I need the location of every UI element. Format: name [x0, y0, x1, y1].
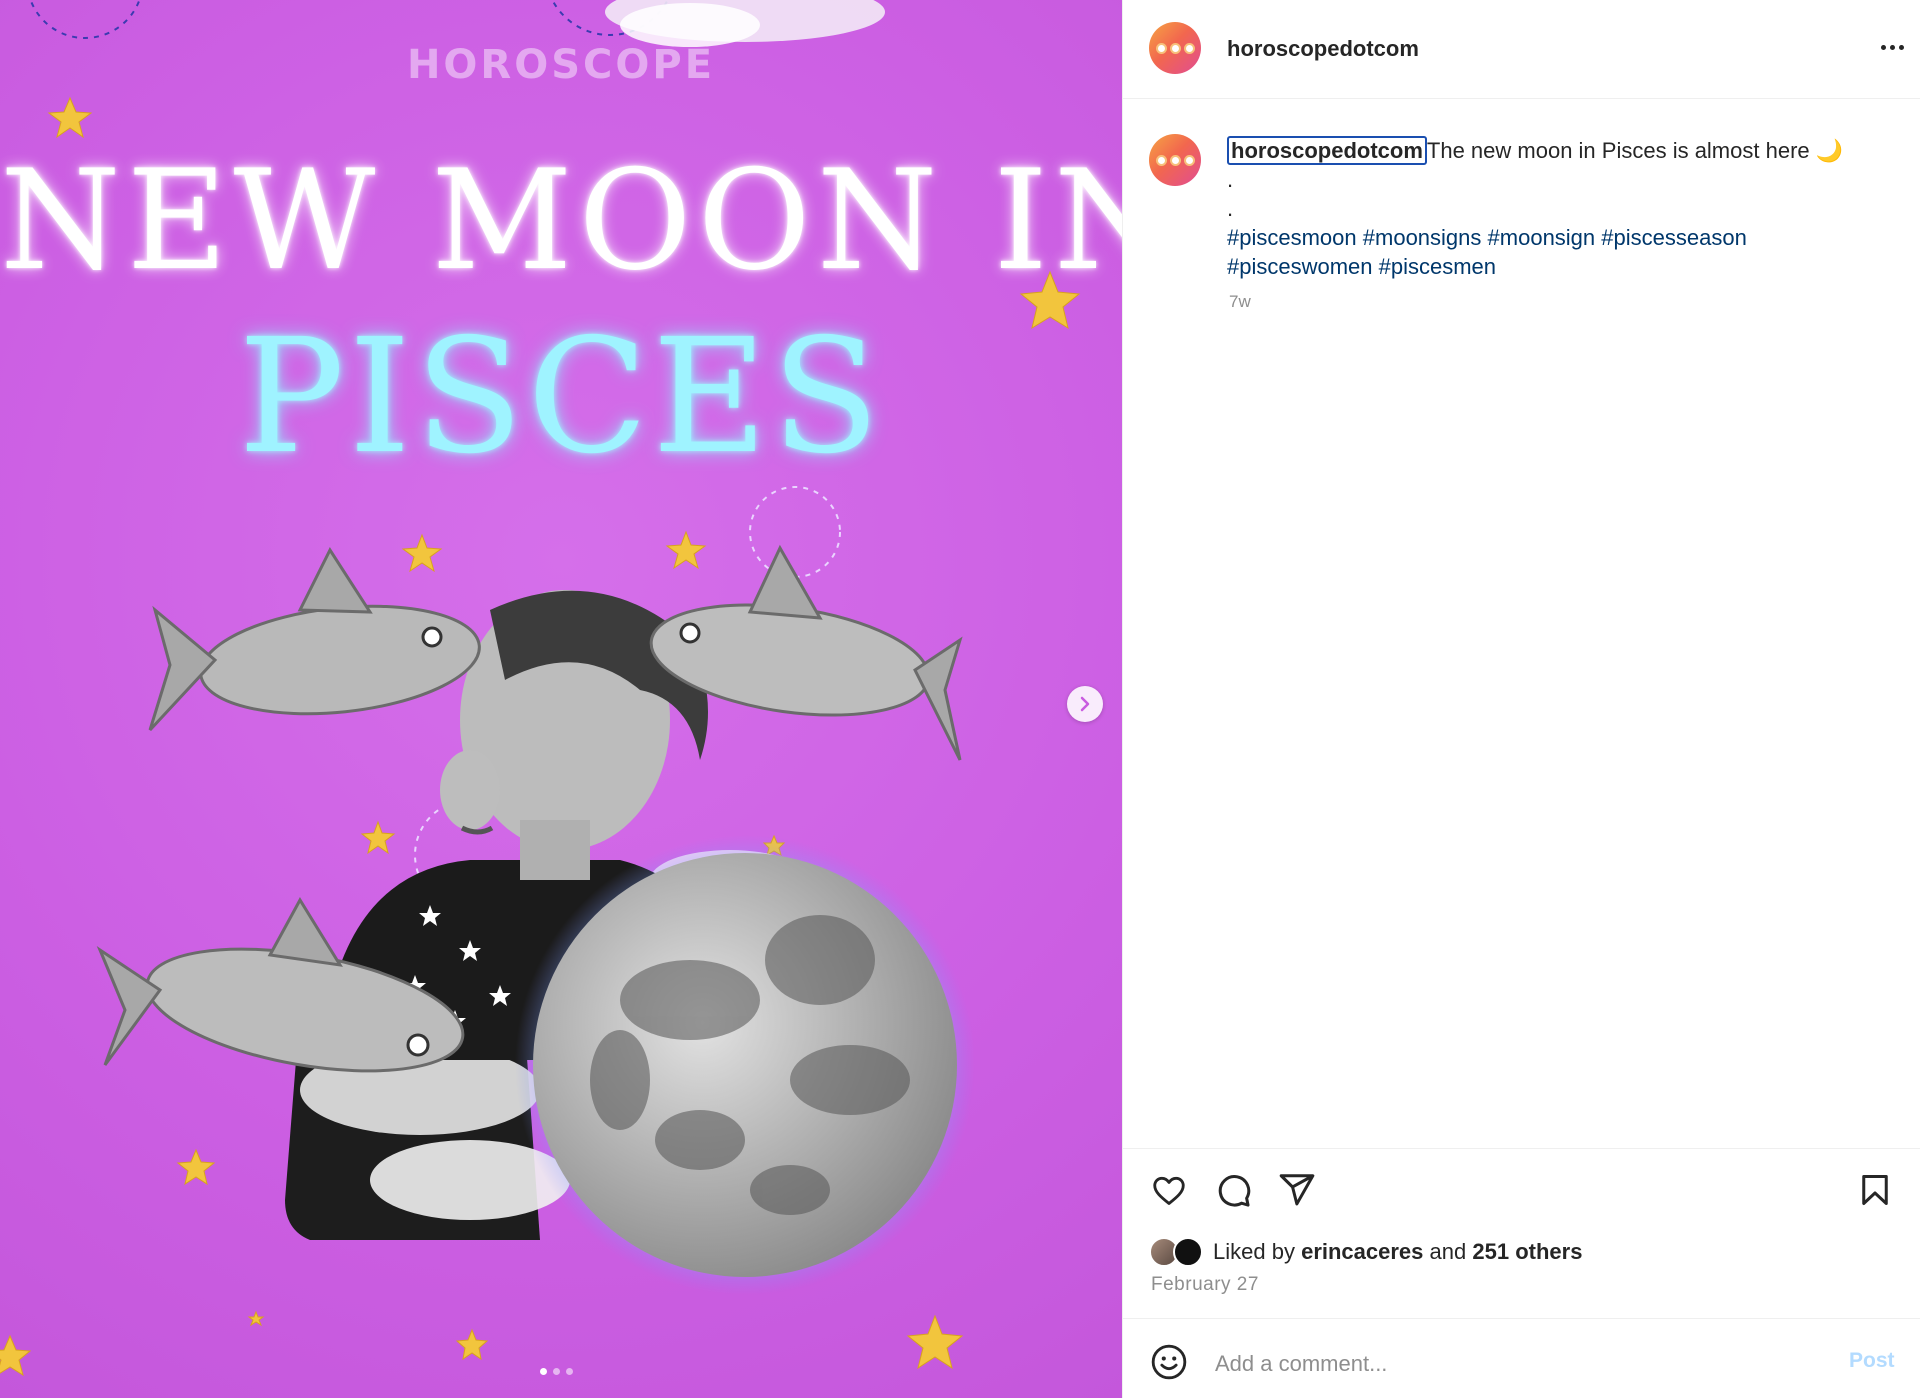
caption-text: The new moon in Pisces is almost here: [1426, 138, 1810, 163]
post-time-ago[interactable]: 7w: [1229, 292, 1251, 312]
hashtag-link[interactable]: #piscesmoon: [1227, 225, 1357, 250]
share-icon: [1279, 1174, 1315, 1206]
brand-watermark: HOROSCOPE: [406, 42, 716, 88]
hashtag-link[interactable]: #moonsign: [1488, 225, 1596, 250]
caption-avatar[interactable]: [1149, 134, 1201, 186]
likes-summary: Liked by erincaceres and 251 others: [1149, 1236, 1582, 1268]
star-decoration: [360, 820, 396, 855]
post-details-panel: horoscopedotcom horoscopedotcom The new m…: [1122, 0, 1920, 1398]
caption-username[interactable]: horoscopedotcom: [1227, 136, 1427, 165]
likes-prefix: Liked by: [1213, 1239, 1295, 1264]
emoji-icon: [1151, 1344, 1187, 1380]
instagram-post-view: HOROSCOPE NEW MOON IN PISCES horoscopedo…: [0, 0, 1920, 1398]
carousel-dot: [553, 1368, 560, 1375]
carousel-indicator: [540, 1368, 573, 1375]
chevron-right-icon: [1080, 696, 1090, 712]
divider: [1123, 1318, 1920, 1319]
hashtags-line: #pisceswomen #piscesmen: [1227, 252, 1887, 281]
post-header: horoscopedotcom: [1123, 0, 1920, 99]
liker-username-link[interactable]: erincaceres: [1301, 1239, 1423, 1265]
post-image[interactable]: HOROSCOPE NEW MOON IN PISCES: [0, 0, 1122, 1398]
post-caption: horoscopedotcom The new moon in Pisces is…: [1227, 136, 1887, 281]
share-button[interactable]: [1275, 1168, 1319, 1212]
caption-dot: .: [1227, 196, 1234, 221]
avatar[interactable]: [1173, 1237, 1203, 1267]
avatar[interactable]: [1149, 22, 1201, 74]
like-button[interactable]: [1147, 1168, 1191, 1212]
dashed-circle-decoration: [749, 486, 841, 578]
star-decoration: [176, 1148, 216, 1186]
comment-input[interactable]: [1213, 1346, 1797, 1382]
hashtags-line: #piscesmoon #moonsigns #moonsign #pisces…: [1227, 223, 1887, 252]
carousel-dot: [566, 1368, 573, 1375]
divider: [1123, 1148, 1920, 1149]
emoji-button[interactable]: [1147, 1340, 1191, 1384]
post-title-line1: NEW MOON IN: [0, 140, 1122, 301]
star-decoration: [247, 1310, 265, 1327]
star-decoration: [665, 530, 707, 570]
bookmark-icon: [1862, 1175, 1888, 1205]
more-options-icon[interactable]: [1875, 30, 1909, 64]
post-title-line2: PISCES: [238, 305, 884, 489]
comment-button[interactable]: [1211, 1168, 1255, 1212]
star-decoration: [47, 96, 93, 139]
carousel-next-button[interactable]: [1067, 686, 1103, 722]
comment-icon: [1218, 1175, 1251, 1207]
hashtag-link[interactable]: #pisceswomen: [1227, 254, 1373, 279]
post-date[interactable]: February 27: [1151, 1274, 1259, 1296]
likes-and: and: [1429, 1239, 1467, 1264]
star-decoration: [906, 1314, 964, 1370]
carousel-dot: [540, 1368, 547, 1375]
hashtag-link[interactable]: #piscesseason: [1601, 225, 1747, 250]
cloud-decoration: [620, 3, 760, 47]
likes-others-link[interactable]: 251 others: [1472, 1239, 1582, 1265]
dashed-circle-decoration: [29, 0, 141, 39]
heart-icon: [1153, 1176, 1185, 1205]
star-decoration: [401, 533, 443, 573]
liker-avatars: [1149, 1237, 1205, 1267]
save-button[interactable]: [1853, 1168, 1897, 1212]
fish-illustration: [148, 546, 481, 732]
caption-dot: .: [1227, 167, 1234, 192]
header-username[interactable]: horoscopedotcom: [1227, 36, 1419, 62]
star-decoration: [455, 1328, 489, 1361]
moon-emoji-icon: 🌙: [1815, 138, 1844, 163]
star-decoration: [0, 1334, 32, 1377]
post-comment-button[interactable]: Post: [1849, 1349, 1895, 1373]
hashtag-link[interactable]: #moonsigns: [1363, 225, 1482, 250]
hashtag-link[interactable]: #piscesmen: [1379, 254, 1496, 279]
